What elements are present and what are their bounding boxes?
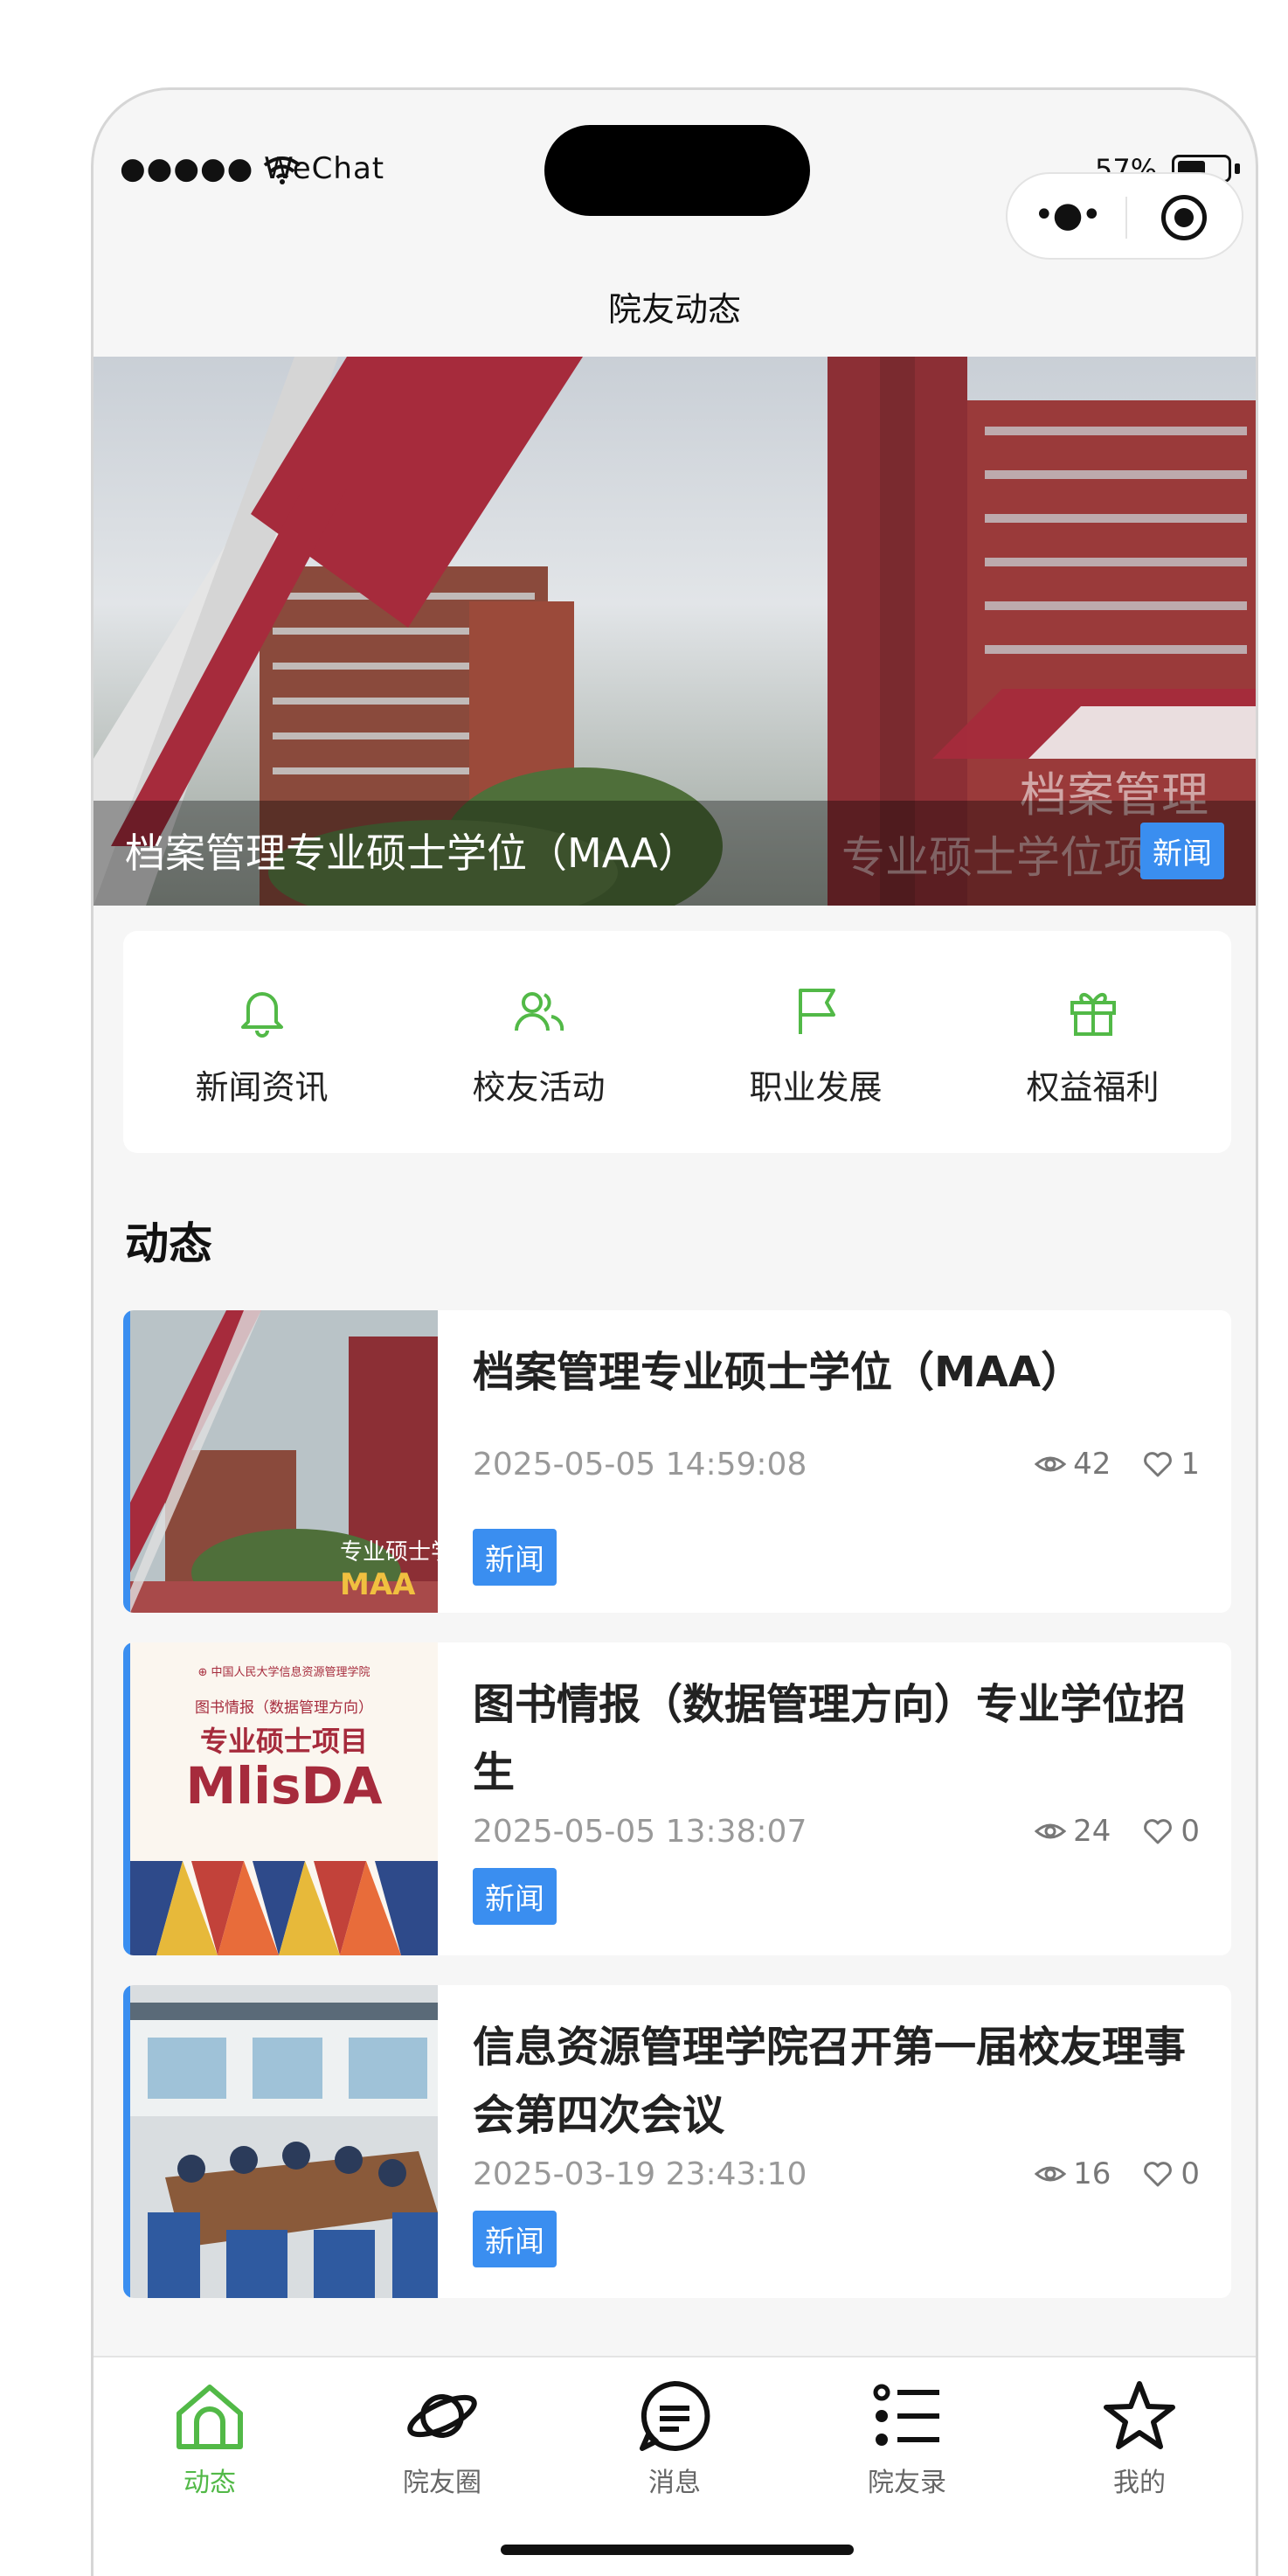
quick-item-benefits[interactable]: 权益福利 xyxy=(954,931,1231,1153)
view-count: 16 xyxy=(1035,2156,1111,2191)
card-date: 2025-05-05 13:38:07 xyxy=(473,1814,807,1850)
quick-item-label: 权益福利 xyxy=(1026,1068,1160,1107)
card-tag: 新闻 xyxy=(473,1868,557,1925)
thumbnail-image: ⊕ 中国人民大学信息资源管理学院 图书情报（数据管理方向） 专业硕士项目 Mli… xyxy=(130,1642,438,1955)
thumb-text: MAA xyxy=(340,1567,416,1602)
card-accent-stripe xyxy=(123,1310,130,1613)
eye-icon xyxy=(1035,2166,1067,2182)
banner-tag: 新闻 xyxy=(1140,823,1224,879)
view-count: 24 xyxy=(1035,1814,1111,1849)
tab-label: 院友圈 xyxy=(403,2468,481,2498)
card-thumbnail xyxy=(130,1985,438,2298)
message-icon xyxy=(640,2380,710,2451)
quick-item-career[interactable]: 职业发展 xyxy=(677,931,954,1153)
quick-item-label: 职业发展 xyxy=(749,1068,883,1107)
view-count: 42 xyxy=(1035,1447,1111,1482)
mini-program-capsule: •●• xyxy=(1006,172,1243,260)
like-count[interactable]: 0 xyxy=(1142,1814,1200,1849)
quick-item-news[interactable]: 新闻资讯 xyxy=(123,931,400,1153)
planet-icon xyxy=(407,2394,477,2438)
card-date: 2025-03-19 23:43:10 xyxy=(473,2156,807,2192)
card-accent-stripe xyxy=(123,1985,130,2298)
star-icon xyxy=(1104,2381,1175,2449)
feed-card[interactable]: 专业硕士学 MAA 档案管理专业硕士学位（MAA） 2025-05-05 14:… xyxy=(123,1310,1231,1613)
wifi-icon xyxy=(263,156,301,184)
more-icon[interactable]: •●• xyxy=(1034,195,1102,235)
tab-circle[interactable]: 院友圈 xyxy=(326,2357,558,2576)
section-title: 动态 xyxy=(125,1219,212,1269)
heart-icon xyxy=(1144,2162,1173,2187)
gift-icon xyxy=(1070,993,1116,1036)
eye-icon xyxy=(1035,1456,1067,1472)
thumb-text: ⊕ 中国人民大学信息资源管理学院 xyxy=(197,1665,370,1679)
tab-label: 我的 xyxy=(1113,2468,1166,2498)
bell-icon xyxy=(240,992,283,1038)
heart-icon xyxy=(1144,1452,1173,1477)
thumbnail-image xyxy=(130,1985,438,2298)
thumb-text: 图书情报（数据管理方向） xyxy=(195,1699,373,1717)
dynamic-island xyxy=(544,125,810,216)
feed-card[interactable]: ⊕ 中国人民大学信息资源管理学院 图书情报（数据管理方向） 专业硕士项目 Mli… xyxy=(123,1642,1231,1955)
card-stats: 24 0 xyxy=(1035,1814,1200,1849)
card-title: 图书情报（数据管理方向）专业学位招生 xyxy=(473,1680,1187,1797)
card-thumbnail: 专业硕士学 MAA xyxy=(130,1310,438,1613)
tab-messages[interactable]: 消息 xyxy=(558,2357,791,2576)
banner-carousel[interactable]: 档案管理 专业硕士学位项目 档案管理专业硕士学位（MAA） 新闻 xyxy=(93,357,1256,906)
like-count-value: 0 xyxy=(1181,2156,1200,2191)
tab-label: 院友录 xyxy=(868,2468,946,2498)
users-icon xyxy=(514,992,564,1031)
list-icon xyxy=(873,2384,939,2446)
tab-profile[interactable]: 我的 xyxy=(1023,2357,1256,2576)
thumb-text: 专业硕士项目 xyxy=(200,1725,368,1758)
card-stats: 16 0 xyxy=(1035,2156,1200,2191)
card-date: 2025-05-05 14:59:08 xyxy=(473,1447,807,1482)
page-title: 院友动态 xyxy=(607,290,741,329)
flag-icon xyxy=(798,989,835,1034)
like-count-value: 0 xyxy=(1181,1814,1200,1849)
carrier-label: ●●●●● WeChat xyxy=(120,151,385,186)
home-indicator xyxy=(501,2545,854,2555)
tab-bar: 动态 院友圈 消息 院友录 我的 xyxy=(93,2356,1256,2576)
card-tag: 新闻 xyxy=(473,2211,557,2267)
eye-icon xyxy=(1035,1823,1067,1839)
quick-menu: 新闻资讯 校友活动 职业发展 权益福利 xyxy=(123,931,1231,1153)
view-count-value: 16 xyxy=(1073,2156,1111,2191)
heart-icon xyxy=(1144,1819,1173,1844)
card-thumbnail: ⊕ 中国人民大学信息资源管理学院 图书情报（数据管理方向） 专业硕士项目 Mli… xyxy=(130,1642,438,1955)
thumb-text: MlisDA xyxy=(185,1756,382,1816)
thumbnail-image: 专业硕士学 MAA xyxy=(130,1310,438,1613)
feed-card[interactable]: 信息资源管理学院召开第一届校友理事会第四次会议 2025-03-19 23:43… xyxy=(123,1985,1231,2298)
quick-item-activities[interactable]: 校友活动 xyxy=(400,931,677,1153)
view-count-value: 24 xyxy=(1073,1814,1111,1849)
close-target-icon[interactable] xyxy=(1161,195,1207,240)
card-stats: 42 1 xyxy=(1035,1447,1200,1482)
tab-feed[interactable]: 动态 xyxy=(93,2357,326,2576)
capsule-divider xyxy=(1125,197,1127,239)
nav-bar: 院友动态 xyxy=(93,256,1256,361)
card-accent-stripe xyxy=(123,1642,130,1955)
banner-title: 档案管理专业硕士学位（MAA） xyxy=(125,830,698,877)
battery-cap xyxy=(1235,163,1240,174)
like-count[interactable]: 1 xyxy=(1142,1447,1200,1482)
card-title: 档案管理专业硕士学位（MAA） xyxy=(473,1348,1084,1397)
view-count-value: 42 xyxy=(1073,1447,1111,1482)
card-tag: 新闻 xyxy=(473,1529,557,1586)
tab-directory[interactable]: 院友录 xyxy=(791,2357,1023,2576)
phone-frame: ●●●●● WeChat 57% 院友动态 •●• 档案管理 专业硕士学位项目 … xyxy=(91,87,1258,2576)
thumb-text: 专业硕士学 xyxy=(340,1539,438,1566)
quick-item-label: 新闻资讯 xyxy=(195,1068,329,1107)
card-title: 信息资源管理学院召开第一届校友理事会第四次会议 xyxy=(473,2023,1187,2140)
home-icon xyxy=(177,2385,243,2449)
tab-label: 动态 xyxy=(184,2468,236,2498)
tab-label: 消息 xyxy=(648,2468,701,2498)
like-count-value: 1 xyxy=(1181,1447,1200,1482)
like-count[interactable]: 0 xyxy=(1142,2156,1200,2191)
quick-item-label: 校友活动 xyxy=(472,1068,606,1107)
